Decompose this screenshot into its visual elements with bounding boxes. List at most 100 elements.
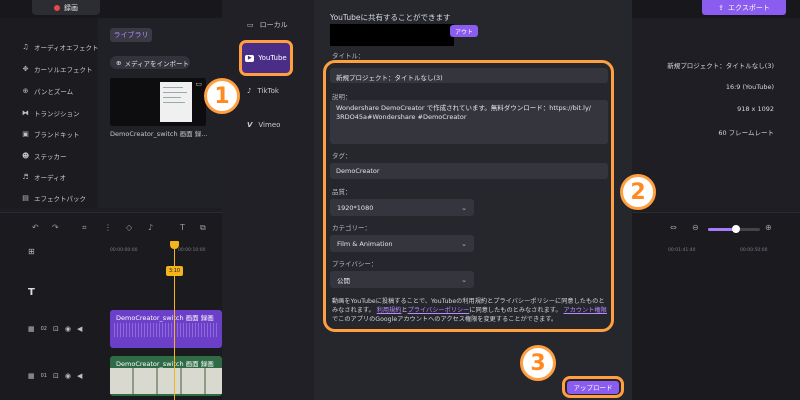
eye-icon[interactable]: ◉ xyxy=(65,325,71,333)
platform-tiktok[interactable]: ♪ TikTok xyxy=(247,87,279,95)
nav-label: ステッカー xyxy=(34,153,67,161)
nav-item-audio[interactable]: ♬ オーディオ xyxy=(22,172,66,182)
playhead-handle[interactable] xyxy=(170,241,179,249)
description-field[interactable]: Wondershare DemoCreator で作成されています。無料ダウンロ… xyxy=(330,100,608,144)
nav-label: エフェクトパック xyxy=(34,195,86,203)
upload-button[interactable]: アップロード xyxy=(567,380,619,394)
local-icon: ▭ xyxy=(247,21,254,29)
track-02-controls: ▦ 02 ⊡ ◉ ◀ xyxy=(28,325,82,333)
record-label: 録画 xyxy=(64,3,78,12)
export-button[interactable]: ⇪ エクスポート xyxy=(702,0,786,15)
project-name: 新規プロジェクト：タイトルなし(3) xyxy=(667,62,774,70)
track-number: 02 xyxy=(40,326,47,332)
resolution: 918 x 1092 xyxy=(737,105,774,113)
library-tab[interactable]: ライブラリ xyxy=(110,28,152,42)
record-button[interactable]: 録画 xyxy=(32,0,100,15)
category-value: Film & Animation xyxy=(337,239,393,248)
chevron-down-icon: ⌄ xyxy=(461,275,467,284)
thumbnail-line xyxy=(163,92,187,93)
privacy-select[interactable]: 公開 ⌄ xyxy=(330,271,474,288)
callout-3: 3 xyxy=(520,345,556,381)
zoom-slider[interactable] xyxy=(708,225,760,233)
privacy-label: プライバシー： xyxy=(332,260,378,268)
nav-item-cursor-effect[interactable]: ✥ カーソルエフェクト xyxy=(22,64,93,74)
clip-type-icon: ▭ xyxy=(195,80,202,88)
zoom-in-icon[interactable]: ⊕ xyxy=(765,223,772,232)
platform-label: Vimeo xyxy=(258,121,281,129)
privacy-link[interactable]: プライバシーポリシー xyxy=(408,307,470,314)
terms-text: に同意したものとみなされます。 xyxy=(469,307,562,314)
ruler-tick: 00:01:41:40 xyxy=(668,248,696,253)
quality-select[interactable]: 1920*1080 ⌄ xyxy=(330,199,474,216)
platform-youtube[interactable]: ▶ YouTube xyxy=(239,40,293,76)
chevron-down-icon: ⌄ xyxy=(461,203,467,212)
nav-item-effect-pack[interactable]: ▤ エフェクトパック xyxy=(22,193,86,203)
nav-label: オーディオエフェクト xyxy=(34,44,99,52)
split-icon[interactable]: ⋮ xyxy=(104,223,112,232)
upload-button-highlight: アップロード xyxy=(562,376,624,398)
shield-icon[interactable]: ◇ xyxy=(126,223,132,232)
redo-icon[interactable]: ↷ xyxy=(52,223,59,232)
effect-pack-icon: ▤ xyxy=(22,193,29,202)
zoom-knob[interactable] xyxy=(732,225,740,233)
lock-icon[interactable]: ⊡ xyxy=(53,325,59,333)
platform-vimeo[interactable]: V Vimeo xyxy=(247,121,280,129)
add-track-icon[interactable]: ⊞ xyxy=(28,247,35,256)
undo-icon[interactable]: ↶ xyxy=(32,223,39,232)
text-track-icon: T xyxy=(28,287,35,298)
nav-item-transition[interactable]: ⧓ トランジション xyxy=(22,108,80,118)
platform-label: ローカル xyxy=(259,21,288,29)
category-select[interactable]: Film & Animation ⌄ xyxy=(330,235,474,252)
nav-item-audio-effect[interactable]: ♫ オーディオエフェクト xyxy=(22,42,99,52)
callout-2: 2 xyxy=(620,174,656,210)
clip-label: DemoCreator_switch 画面 録画 xyxy=(116,360,214,368)
description-line-2: 3RDO45a#Wondershare #DemoCreator xyxy=(336,113,467,121)
account-redacted xyxy=(330,24,454,46)
account-permission-link[interactable]: アカウント権限 xyxy=(564,307,607,314)
import-media-button[interactable]: ⊕ メディアをインポート xyxy=(110,56,190,69)
pan-zoom-icon: ⊕ xyxy=(22,86,29,95)
framerate: 60 フレームレート xyxy=(718,129,774,137)
audio-effect-icon: ♫ xyxy=(22,42,29,51)
fit-icon[interactable]: ⇔ xyxy=(670,223,677,232)
speaker-icon[interactable]: ◀ xyxy=(77,325,82,333)
nav-item-sticker[interactable]: ☻ ステッカー xyxy=(22,151,67,161)
platform-local[interactable]: ▭ ローカル xyxy=(247,20,288,30)
description-line-1: Wondershare DemoCreator で作成されています。無料ダウンロ… xyxy=(336,104,591,112)
waveform xyxy=(114,323,218,337)
terms-link[interactable]: 利用規約 xyxy=(377,307,402,314)
media-thumbnail[interactable]: ▭ xyxy=(110,78,206,126)
nav-label: トランジション xyxy=(34,110,80,118)
video-frames xyxy=(110,368,222,394)
mic-icon[interactable]: ♪ xyxy=(148,223,153,232)
export-label: エクスポート xyxy=(728,3,770,12)
title-field[interactable]: 新規プロジェクト：タイトルなし(3) xyxy=(330,68,608,83)
playhead[interactable] xyxy=(174,241,175,400)
zoom-out-icon[interactable]: ⊖ xyxy=(692,223,699,232)
speaker-icon[interactable]: ◀ xyxy=(77,372,82,380)
eye-icon[interactable]: ◉ xyxy=(65,372,71,380)
text-icon[interactable]: T xyxy=(180,223,185,232)
lock-icon[interactable]: ⊡ xyxy=(53,372,59,380)
thumbnail-line xyxy=(163,102,185,103)
thumbnail-screen xyxy=(160,82,192,122)
caption-icon[interactable]: ⧉ xyxy=(200,223,206,233)
playhead-time: 3:10 xyxy=(166,266,183,276)
quality-label: 品質： xyxy=(332,188,352,196)
logout-button[interactable]: アウト xyxy=(450,25,478,37)
audio-clip[interactable]: DemoCreator_switch 画面 録画 xyxy=(110,310,222,348)
film-icon: ▦ xyxy=(28,372,35,380)
aspect-ratio: 16:9 (YouTube) xyxy=(725,83,774,91)
terms-text: でこのアプリのGoogleアカウントへのアクセス権限を変更することができます。 xyxy=(332,316,558,323)
callout-1: 1 xyxy=(204,78,240,114)
video-clip[interactable]: DemoCreator_switch 画面 録画 xyxy=(110,356,222,396)
crop-icon[interactable]: ⌗ xyxy=(82,223,87,233)
film-icon: ▦ xyxy=(28,325,35,333)
plus-icon: ⊕ xyxy=(116,58,122,67)
nav-label: オーディオ xyxy=(34,174,67,182)
terms-notice: 動画をYouTubeに投稿することで、YouTubeの利用規約とプライバシーポリ… xyxy=(332,297,610,324)
nav-item-brand-kit[interactable]: ▣ ブランドキット xyxy=(22,129,79,139)
tag-field[interactable]: DemoCreator xyxy=(330,163,608,179)
nav-item-pan-zoom[interactable]: ⊕ パンとズーム xyxy=(22,86,74,96)
transition-icon: ⧓ xyxy=(22,108,29,117)
